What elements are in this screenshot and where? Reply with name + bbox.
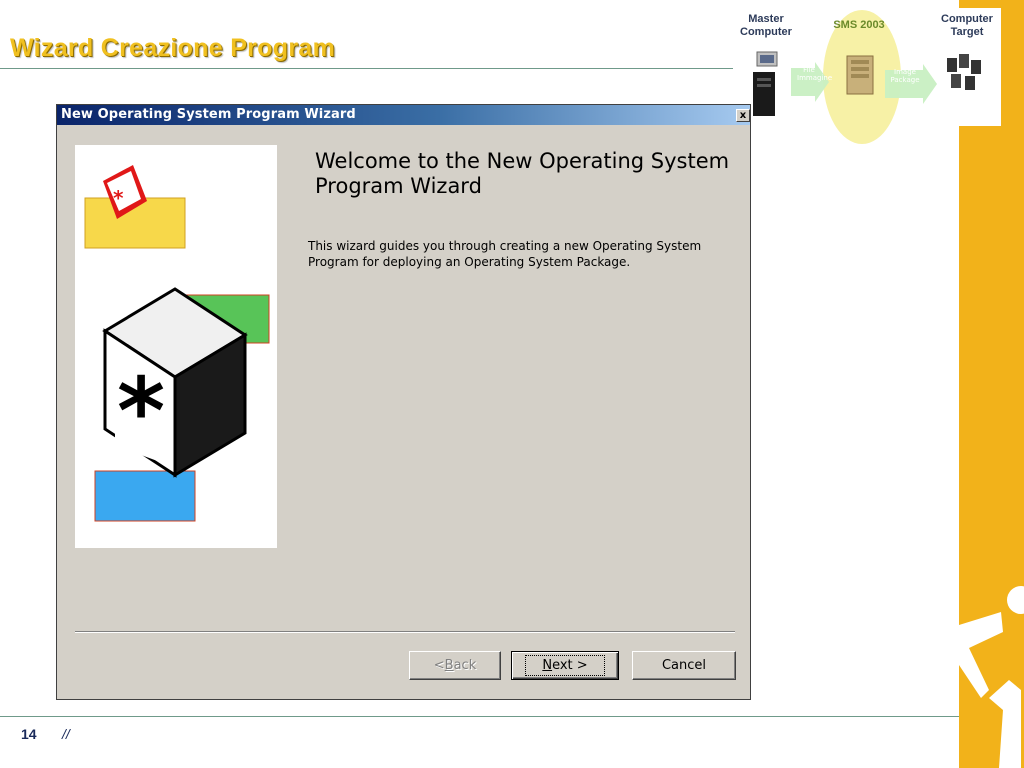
svg-text:*: *	[117, 358, 165, 465]
button-separator	[75, 631, 735, 633]
next-focus-ring: Next >	[525, 655, 605, 676]
back-button[interactable]: < Back	[409, 651, 501, 680]
title-divider	[0, 68, 735, 69]
back-prefix: <	[433, 658, 445, 673]
arrow-package-text: Image Package	[890, 68, 920, 84]
footer-separator: //	[62, 726, 70, 742]
title-bar[interactable]: New Operating System Program Wizard x	[57, 105, 750, 125]
cancel-button[interactable]: Cancel	[632, 651, 736, 680]
next-mnemonic: N	[542, 658, 553, 673]
computer-group-icon	[945, 52, 985, 101]
window-title: New Operating System Program Wizard	[61, 107, 356, 122]
close-button[interactable]: x	[736, 109, 750, 122]
footer-divider	[0, 716, 959, 717]
back-mnemonic: B	[444, 658, 454, 673]
slide-title: Wizard Creazione Program	[10, 34, 336, 62]
master-computer-label: Master Computer	[740, 13, 792, 38]
arrow-file-text: File Immagine	[797, 66, 833, 82]
running-figure-logo	[959, 570, 1024, 768]
sms-label: SMS 2003	[833, 19, 885, 31]
next-button[interactable]: Next >	[511, 651, 619, 680]
wizard-description: This wizard guides you through creating …	[308, 239, 702, 269]
wizard-dialog: New Operating System Program Wizard x * …	[56, 104, 751, 700]
back-rest: ack	[453, 658, 477, 673]
workstation-icon	[749, 50, 787, 123]
svg-text:*: *	[113, 186, 124, 210]
wizard-heading: Welcome to the New Operating System Prog…	[315, 149, 730, 198]
deployment-flow-diagram: Master Computer SMS 2003 Computer Target…	[733, 8, 1001, 144]
server-icon	[845, 52, 877, 101]
page-number: 14	[21, 726, 37, 742]
next-rest: ext >	[552, 658, 588, 673]
wizard-side-graphic: * *	[75, 145, 277, 548]
computer-target-label: Computer Target	[941, 13, 993, 38]
